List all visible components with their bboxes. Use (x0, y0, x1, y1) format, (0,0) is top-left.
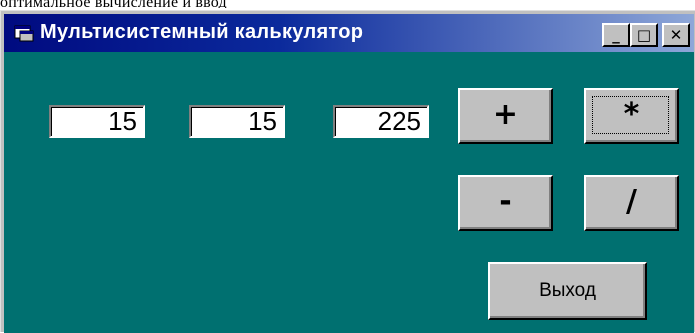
close-button[interactable]: ✕ (662, 23, 690, 47)
exit-button[interactable]: Выход (488, 262, 647, 320)
divide-button-label: / (626, 184, 637, 219)
plus-button[interactable]: + (458, 88, 553, 144)
cropped-top-text: оптимальное вычисление и ввод (0, 0, 695, 8)
app-window-icon (14, 25, 34, 42)
plus-button-label: + (492, 97, 519, 132)
window-title: Мультисистемный калькулятор (40, 21, 364, 43)
cropped-text-content: оптимальное вычисление и ввод (0, 0, 227, 8)
operand1-field[interactable]: 15 (49, 105, 145, 138)
divide-button[interactable]: / (584, 175, 679, 231)
maximize-button[interactable]: □ (630, 23, 658, 47)
calculator-window: Мультисистемный калькулятор _ □ ✕ 15 15 … (0, 10, 695, 333)
minus-button-label: - (499, 184, 512, 219)
exit-button-label: Выход (539, 280, 596, 301)
minimize-button[interactable]: _ (602, 23, 630, 47)
multiply-button[interactable]: * (584, 88, 679, 144)
operand2-field[interactable]: 15 (189, 105, 285, 138)
minus-button[interactable]: - (458, 175, 553, 231)
client-area: 15 15 225 + * - / Выход (4, 52, 694, 333)
focus-rectangle (592, 96, 669, 134)
title-bar[interactable]: Мультисистемный калькулятор _ □ ✕ (4, 14, 694, 52)
result-field[interactable]: 225 (333, 105, 429, 138)
